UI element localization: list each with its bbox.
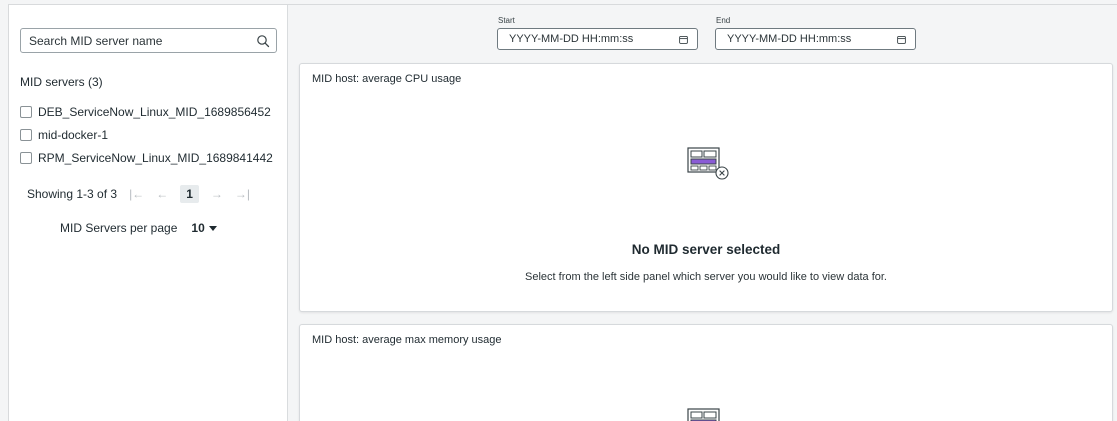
next-page-button[interactable]: →: [211, 187, 223, 201]
empty-state-title: No MID server selected: [631, 242, 781, 257]
start-date-placeholder: YYYY-MM-DD HH:mm:ss: [509, 33, 634, 45]
per-page-select[interactable]: 10: [191, 221, 217, 235]
caret-down-icon: [208, 225, 217, 231]
pagination-summary: Showing 1-3 of 3: [27, 187, 118, 201]
card-title: MID host: average max memory usage: [312, 334, 502, 346]
mid-server-label: DEB_ServiceNow_Linux_MID_1689856452: [38, 104, 271, 119]
search-icon[interactable]: [256, 34, 270, 48]
end-date-label: End: [716, 16, 731, 25]
start-date-field[interactable]: YYYY-MM-DD HH:mm:ss: [497, 28, 698, 50]
end-date-field[interactable]: YYYY-MM-DD HH:mm:ss: [715, 28, 916, 50]
mid-server-label: RPM_ServiceNow_Linux_MID_1689841442: [38, 150, 273, 165]
mid-server-label: mid-docker-1: [38, 127, 109, 142]
mid-server-item[interactable]: mid-docker-1: [20, 123, 282, 146]
first-page-button[interactable]: |←: [129, 187, 144, 201]
per-page-value: 10: [191, 221, 205, 235]
no-data-icon: [687, 147, 729, 180]
pagination: Showing 1-3 of 3 |← ← 1 → →|: [27, 185, 250, 203]
mid-servers-count-title: MID servers (3): [20, 75, 103, 89]
memory-usage-card: MID host: average max memory usage: [299, 324, 1113, 421]
calendar-icon[interactable]: [679, 35, 688, 44]
empty-state-description: Select from the left side panel which se…: [525, 271, 887, 283]
search-input[interactable]: [29, 33, 254, 48]
calendar-icon[interactable]: [897, 35, 906, 44]
checkbox[interactable]: [20, 105, 32, 118]
no-data-icon: [687, 408, 720, 421]
mid-server-item[interactable]: RPM_ServiceNow_Linux_MID_1689841442: [20, 146, 282, 169]
last-page-button[interactable]: →|: [235, 187, 250, 201]
previous-page-button[interactable]: ←: [156, 187, 168, 201]
checkbox[interactable]: [20, 151, 32, 164]
mid-server-item[interactable]: DEB_ServiceNow_Linux_MID_1689856452: [20, 100, 282, 123]
per-page-control: MID Servers per page 10: [60, 221, 217, 235]
card-title: MID host: average CPU usage: [312, 73, 462, 85]
cpu-usage-card: MID host: average CPU usage No MID serve…: [299, 63, 1113, 312]
per-page-label: MID Servers per page: [60, 221, 178, 235]
search-box[interactable]: [20, 28, 277, 53]
end-date-placeholder: YYYY-MM-DD HH:mm:ss: [727, 33, 852, 45]
mid-server-list: DEB_ServiceNow_Linux_MID_1689856452 mid-…: [20, 100, 282, 169]
start-date-label: Start: [498, 16, 515, 25]
current-page-button[interactable]: 1: [180, 185, 199, 203]
checkbox[interactable]: [20, 128, 32, 141]
mid-server-sidebar: MID servers (3) DEB_ServiceNow_Linux_MID…: [9, 5, 288, 421]
